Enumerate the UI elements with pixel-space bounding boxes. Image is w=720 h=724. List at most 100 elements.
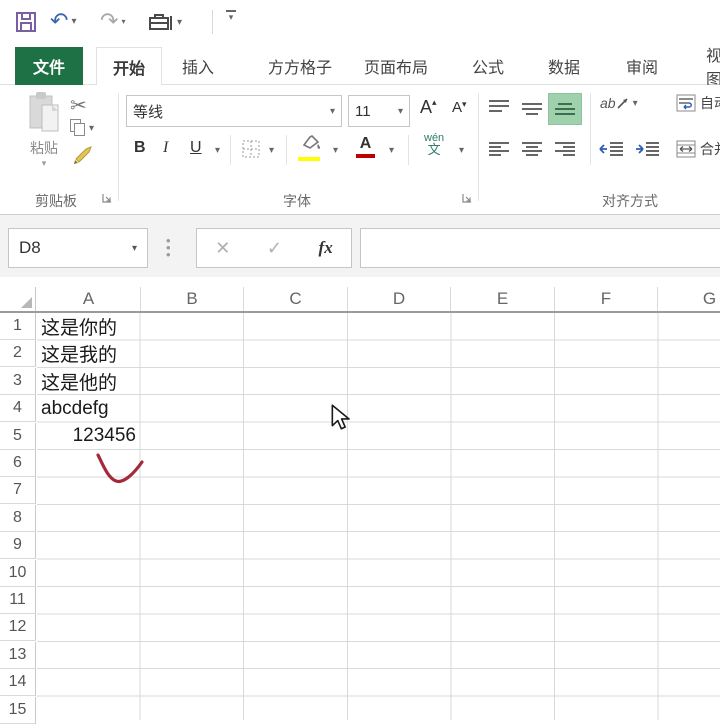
cell-A1[interactable]: 这是你的 — [41, 313, 140, 340]
name-box-dropdown-arrow[interactable]: ▾ — [132, 243, 137, 254]
phonetic-dropdown-arrow[interactable]: ▾ — [459, 145, 464, 156]
cut-button[interactable]: ✂ — [70, 93, 87, 118]
top-align-button[interactable] — [488, 99, 510, 120]
row-header-3[interactable]: 3 — [0, 368, 36, 395]
align-right-button[interactable] — [554, 141, 576, 162]
tab-home[interactable]: 开始 — [96, 47, 162, 85]
column-header-D[interactable]: D — [348, 287, 451, 311]
font-size-dropdown-arrow[interactable]: ▾ — [398, 106, 403, 117]
redo-dropdown-arrow[interactable]: ▾ — [121, 17, 125, 26]
font-size-combo[interactable]: 11 ▾ — [348, 95, 410, 127]
row-header-1[interactable]: 1 — [0, 313, 36, 340]
save-button[interactable] — [14, 10, 38, 34]
column-header-B[interactable]: B — [141, 287, 244, 311]
underline-button[interactable]: U — [190, 139, 202, 157]
tab-fangfanggezi[interactable]: 方方格子 — [258, 47, 342, 85]
tab-file[interactable]: 文件 — [15, 47, 83, 85]
borders-dropdown-arrow[interactable]: ▾ — [269, 145, 274, 156]
font-color-dropdown-arrow[interactable]: ▾ — [389, 145, 394, 156]
customize-qat-button[interactable]: ▾ — [226, 10, 236, 21]
row-header-14[interactable]: 14 — [0, 669, 36, 696]
small-divider — [230, 135, 231, 165]
tab-view[interactable]: 视图 — [696, 47, 720, 85]
clipboard-group-label: 剪贴板 — [14, 191, 98, 211]
middle-align-button[interactable] — [521, 101, 543, 122]
bold-button[interactable]: B — [134, 139, 146, 157]
underline-dropdown-arrow[interactable]: ▾ — [215, 145, 220, 156]
paste-label: 粘贴 — [22, 138, 66, 158]
tab-review[interactable]: 审阅 — [616, 47, 668, 85]
tab-page-layout[interactable]: 页面布局 — [354, 47, 438, 85]
paste-dropdown-arrow[interactable]: ▾ — [22, 158, 66, 169]
orientation-label: ab — [600, 95, 616, 111]
paste-button[interactable]: 粘贴 ▾ — [22, 91, 66, 169]
formula-bar-resize-handle[interactable]: ••• — [166, 237, 171, 258]
formula-input[interactable] — [360, 228, 720, 268]
redo-button[interactable]: ↷ ▾ — [100, 10, 125, 32]
row-header-4[interactable]: 4 — [0, 395, 36, 422]
row-header-7[interactable]: 7 — [0, 477, 36, 504]
decrease-font-size-button[interactable]: A▾ — [452, 99, 467, 116]
fill-color-dropdown-arrow[interactable]: ▾ — [333, 145, 338, 156]
font-color-button[interactable]: A — [356, 135, 375, 158]
font-name-value: 等线 — [133, 101, 163, 122]
column-header-G[interactable]: G — [658, 287, 720, 311]
wrap-text-button[interactable]: 自动换行 — [676, 93, 720, 113]
select-all-button[interactable] — [0, 287, 36, 311]
insert-function-button[interactable]: fx — [319, 238, 333, 258]
column-header-C[interactable]: C — [244, 287, 348, 311]
orientation-button[interactable]: ab ▾ — [600, 95, 638, 111]
column-header-E[interactable]: E — [451, 287, 555, 311]
row-header-5[interactable]: 5 — [0, 423, 36, 450]
format-painter-button[interactable] — [72, 145, 94, 170]
align-center-button[interactable] — [521, 141, 543, 162]
row-header-2[interactable]: 2 — [0, 340, 36, 367]
row-header-12[interactable]: 12 — [0, 614, 36, 641]
toolbox-button[interactable]: ▾ — [148, 10, 182, 34]
increase-font-size-button[interactable]: A▴ — [420, 97, 437, 118]
merge-center-button[interactable]: 合并后居中 — [676, 139, 720, 159]
align-left-button[interactable] — [488, 141, 510, 162]
cell-A3[interactable]: 这是他的 — [41, 368, 140, 395]
font-name-dropdown-arrow[interactable]: ▾ — [330, 106, 335, 117]
toolbox-dropdown-arrow[interactable]: ▾ — [177, 17, 182, 28]
font-dialog-launcher-icon[interactable] — [462, 193, 472, 203]
clipboard-dialog-launcher-icon[interactable] — [102, 193, 112, 203]
increase-indent-button[interactable] — [634, 141, 660, 162]
row-header-10[interactable]: 10 — [0, 560, 36, 587]
cell-A2[interactable]: 这是我的 — [41, 340, 140, 367]
borders-button[interactable] — [242, 140, 260, 163]
row-header-6[interactable]: 6 — [0, 450, 36, 477]
tab-data[interactable]: 数据 — [538, 47, 590, 85]
row-header-13[interactable]: 13 — [0, 642, 36, 669]
cell-A4[interactable]: abcdefg — [41, 395, 140, 422]
italic-button[interactable]: I — [163, 139, 168, 157]
row-header-9[interactable]: 9 — [0, 532, 36, 559]
tab-formulas[interactable]: 公式 — [462, 47, 514, 85]
merge-center-label: 合并后居中 — [700, 139, 720, 159]
row-header-11[interactable]: 11 — [0, 587, 36, 614]
increase-font-size-arrow-icon: ▴ — [432, 97, 437, 107]
ribbon: 粘贴 ▾ ✂ ▾ 剪贴板 等线 ▾ 11 ▾ A▴ A▾ B I U ▾ — [0, 85, 720, 215]
row-header-8[interactable]: 8 — [0, 505, 36, 532]
bottom-align-button[interactable] — [548, 93, 582, 125]
copy-dropdown-arrow[interactable]: ▾ — [89, 123, 94, 134]
font-name-combo[interactable]: 等线 ▾ — [126, 95, 342, 127]
copy-button[interactable]: ▾ — [70, 119, 94, 137]
cancel-icon[interactable]: ✕ — [215, 238, 230, 259]
column-header-A[interactable]: A — [37, 287, 141, 311]
undo-button[interactable]: ↶ ▾ — [50, 10, 76, 32]
undo-dropdown-arrow[interactable]: ▾ — [71, 16, 76, 27]
fill-color-button[interactable] — [298, 135, 322, 161]
phonetic-guide-button[interactable]: wén 文 — [424, 133, 444, 155]
toolbar-separator — [212, 10, 213, 34]
tab-insert[interactable]: 插入 — [172, 47, 224, 85]
orientation-dropdown-arrow[interactable]: ▾ — [633, 98, 638, 109]
cell-area[interactable]: 这是你的 这是我的 这是他的 abcdefg 123456 — [37, 313, 720, 720]
name-box[interactable]: D8 ▾ — [8, 228, 148, 268]
fill-color-icon — [298, 135, 322, 151]
decrease-font-size-arrow-icon: ▾ — [462, 99, 467, 109]
enter-icon[interactable]: ✓ — [267, 238, 282, 259]
column-header-F[interactable]: F — [555, 287, 658, 311]
decrease-indent-button[interactable] — [598, 141, 624, 162]
